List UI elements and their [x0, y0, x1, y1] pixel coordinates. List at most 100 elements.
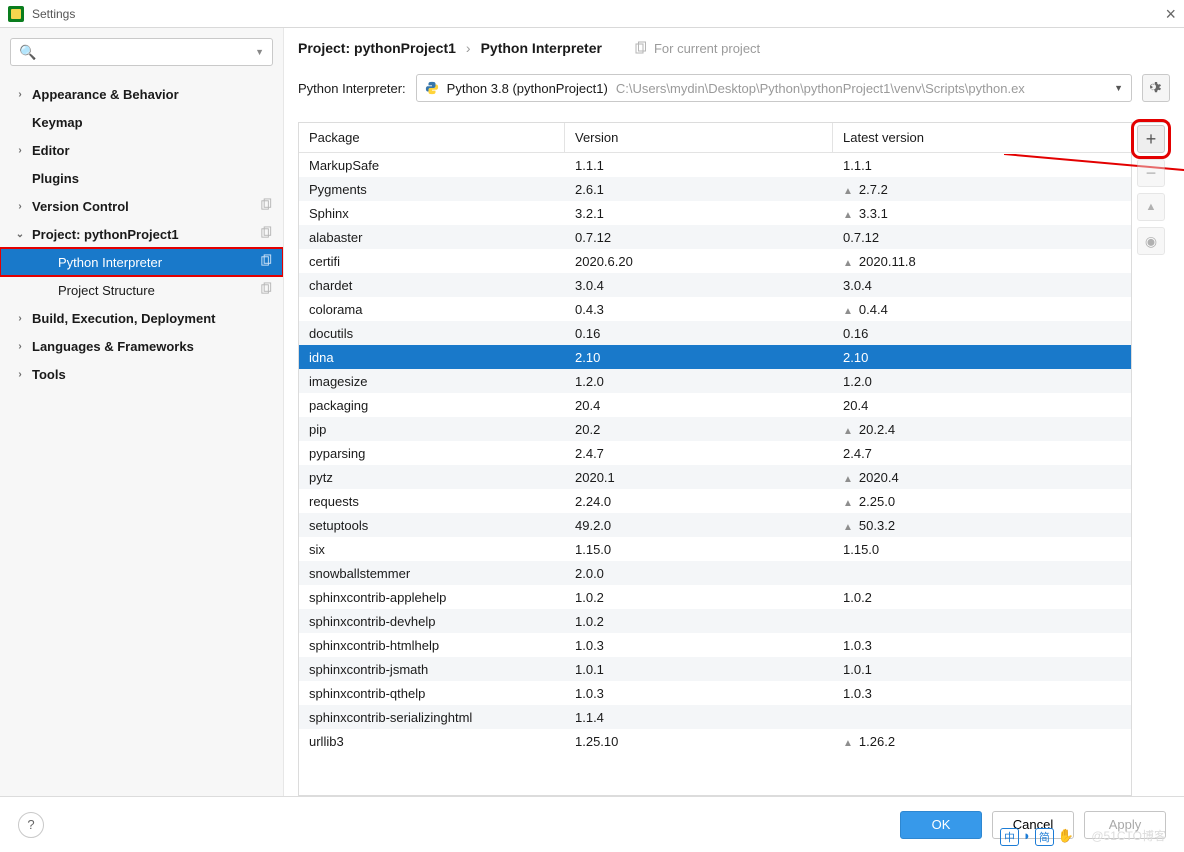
chevron-down-icon: ⌄: [14, 229, 26, 240]
table-row[interactable]: urllib31.25.10▲1.26.2: [299, 729, 1131, 753]
cell-latest: 1.0.2: [833, 590, 1131, 605]
table-row[interactable]: docutils0.160.16: [299, 321, 1131, 345]
ok-button[interactable]: OK: [900, 811, 982, 839]
sidebar-item-languages-frameworks[interactable]: ›Languages & Frameworks: [0, 332, 283, 360]
add-package-button[interactable]: +: [1137, 125, 1165, 153]
cell-latest: 20.4: [833, 398, 1131, 413]
cell-version: 1.0.3: [565, 686, 833, 701]
remove-package-button[interactable]: −: [1137, 159, 1165, 187]
search-input[interactable]: [42, 45, 255, 60]
sidebar-item-build-execution-deployment[interactable]: › Build, Execution, Deployment: [0, 304, 283, 332]
table-row[interactable]: colorama0.4.3▲0.4.4: [299, 297, 1131, 321]
breadcrumb-sep: ›: [466, 40, 471, 56]
sidebar-item-plugins[interactable]: Plugins: [0, 164, 283, 192]
table-row[interactable]: MarkupSafe1.1.11.1.1: [299, 153, 1131, 177]
cell-version: 1.15.0: [565, 542, 833, 557]
table-row[interactable]: sphinxcontrib-devhelp1.0.2: [299, 609, 1131, 633]
sidebar-item-label: Plugins: [32, 171, 79, 186]
table-row[interactable]: certifi2020.6.20▲2020.11.8: [299, 249, 1131, 273]
settings-tree[interactable]: ›Appearance & Behavior Keymap ›Editor Plugi…: [0, 76, 283, 796]
cell-latest: 1.1.1: [833, 158, 1131, 173]
chevron-down-icon: ▼: [1114, 83, 1123, 93]
settings-main: Project: pythonProject1 › Python Interpr…: [284, 28, 1184, 796]
cell-version: 0.4.3: [565, 302, 833, 317]
help-button[interactable]: ?: [18, 812, 44, 838]
app-icon: [8, 6, 24, 22]
upgrade-package-button[interactable]: ▲: [1137, 193, 1165, 221]
sidebar-item-label: Version Control: [32, 199, 129, 214]
col-latest[interactable]: Latest version: [833, 123, 1131, 152]
table-row[interactable]: packaging20.420.4: [299, 393, 1131, 417]
table-row[interactable]: pyparsing2.4.72.4.7: [299, 441, 1131, 465]
cell-version: 2.24.0: [565, 494, 833, 509]
cell-version: 20.2: [565, 422, 833, 437]
close-icon[interactable]: ×: [1165, 5, 1176, 23]
current-project-hint: For current project: [634, 41, 760, 56]
cell-package: sphinxcontrib-devhelp: [299, 614, 565, 629]
chevron-right-icon: ›: [14, 369, 26, 380]
table-row[interactable]: pytz2020.1▲2020.4: [299, 465, 1131, 489]
sidebar-item-python-interpreter[interactable]: Python Interpreter: [0, 248, 283, 276]
upgrade-icon: ▲: [843, 522, 853, 533]
apply-button[interactable]: Apply: [1084, 811, 1166, 839]
cell-version: 1.2.0: [565, 374, 833, 389]
cell-package: urllib3: [299, 734, 565, 749]
upgrade-icon: ▲: [843, 210, 853, 221]
cell-version: 3.2.1: [565, 206, 833, 221]
cell-package: Sphinx: [299, 206, 565, 221]
cell-package: certifi: [299, 254, 565, 269]
upgrade-icon: ▲: [843, 738, 853, 749]
cell-latest: 0.7.12: [833, 230, 1131, 245]
cell-package: MarkupSafe: [299, 158, 565, 173]
sidebar-item-project-pythonproject1[interactable]: ⌄Project: pythonProject1: [0, 220, 283, 248]
cell-version: 2.6.1: [565, 182, 833, 197]
chevron-right-icon: ›: [14, 145, 26, 156]
sidebar-item-version-control[interactable]: ›Version Control: [0, 192, 283, 220]
interpreter-dropdown[interactable]: Python 3.8 (pythonProject1) C:\Users\myd…: [416, 74, 1132, 102]
gear-icon: [1148, 80, 1164, 96]
col-version[interactable]: Version: [565, 123, 833, 152]
table-row[interactable]: sphinxcontrib-jsmath1.0.11.0.1: [299, 657, 1131, 681]
table-row[interactable]: pip20.2▲20.2.4: [299, 417, 1131, 441]
sidebar-item-appearance-behavior[interactable]: ›Appearance & Behavior: [0, 80, 283, 108]
packages-table: Package Version Latest version MarkupSaf…: [298, 123, 1132, 796]
chevron-right-icon: ›: [14, 313, 26, 324]
table-row[interactable]: chardet3.0.43.0.4: [299, 273, 1131, 297]
table-row[interactable]: alabaster0.7.120.7.12: [299, 225, 1131, 249]
sidebar-search[interactable]: 🔍 ▼: [10, 38, 273, 66]
cell-version: 0.16: [565, 326, 833, 341]
interpreter-settings-button[interactable]: [1142, 74, 1170, 102]
sidebar-item-label: Build, Execution, Deployment: [32, 311, 215, 326]
table-row[interactable]: setuptools49.2.0▲50.3.2: [299, 513, 1131, 537]
table-body[interactable]: MarkupSafe1.1.11.1.1Pygments2.6.1▲2.7.2S…: [299, 153, 1131, 795]
sidebar-item-tools[interactable]: ›Tools: [0, 360, 283, 388]
table-row[interactable]: snowballstemmer2.0.0: [299, 561, 1131, 585]
cell-version: 2.10: [565, 350, 833, 365]
table-row[interactable]: six1.15.01.15.0: [299, 537, 1131, 561]
copy-icon: [260, 282, 273, 298]
sidebar-item-label: Languages & Frameworks: [32, 339, 194, 354]
cell-package: Pygments: [299, 182, 565, 197]
copy-icon: [260, 254, 273, 270]
col-package[interactable]: Package: [299, 123, 565, 152]
cell-package: sphinxcontrib-applehelp: [299, 590, 565, 605]
sidebar-item-project-structure[interactable]: Project Structure: [0, 276, 283, 304]
cell-version: 2020.6.20: [565, 254, 833, 269]
show-early-releases-button[interactable]: ◉: [1137, 227, 1165, 255]
table-row[interactable]: sphinxcontrib-applehelp1.0.21.0.2: [299, 585, 1131, 609]
table-row[interactable]: requests2.24.0▲2.25.0: [299, 489, 1131, 513]
search-dropdown-icon[interactable]: ▼: [255, 47, 264, 57]
sidebar-item-editor[interactable]: ›Editor: [0, 136, 283, 164]
sidebar-item-label: Keymap: [32, 115, 83, 130]
breadcrumb-root: Project: pythonProject1: [298, 40, 456, 56]
table-row[interactable]: Sphinx3.2.1▲3.3.1: [299, 201, 1131, 225]
sidebar-item-keymap[interactable]: Keymap: [0, 108, 283, 136]
table-row[interactable]: imagesize1.2.01.2.0: [299, 369, 1131, 393]
cell-latest: ▲2.7.2: [833, 182, 1131, 197]
table-row[interactable]: sphinxcontrib-htmlhelp1.0.31.0.3: [299, 633, 1131, 657]
table-row[interactable]: Pygments2.6.1▲2.7.2: [299, 177, 1131, 201]
cell-latest: 1.0.3: [833, 686, 1131, 701]
table-row[interactable]: sphinxcontrib-qthelp1.0.31.0.3: [299, 681, 1131, 705]
table-row[interactable]: idna2.102.10: [299, 345, 1131, 369]
table-row[interactable]: sphinxcontrib-serializinghtml1.1.4: [299, 705, 1131, 729]
